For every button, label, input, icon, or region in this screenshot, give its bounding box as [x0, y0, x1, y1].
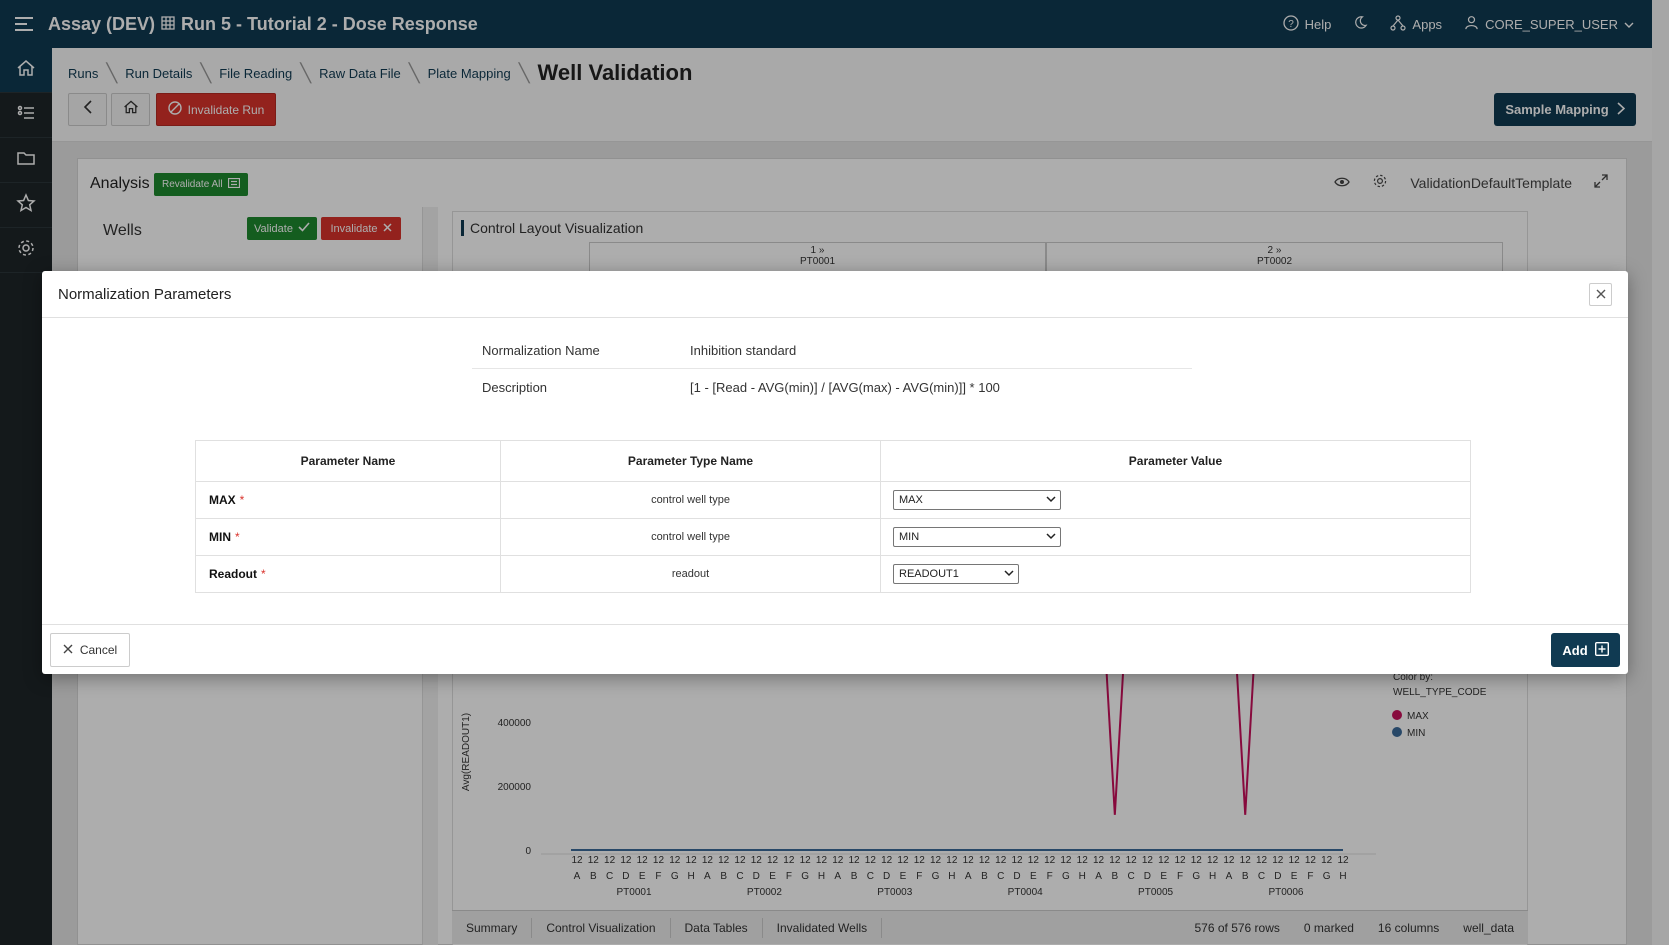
dialog-header: Normalization Parameters: [42, 271, 1628, 318]
description-label: Description: [482, 379, 548, 395]
chevron-down-icon: [1046, 494, 1056, 506]
table-row: MIN * control well type MIN: [195, 518, 1471, 556]
dialog-title: Normalization Parameters: [58, 286, 232, 303]
parameters-table: Parameter Name Parameter Type Name Param…: [195, 440, 1471, 593]
dialog-close-button[interactable]: [1589, 283, 1612, 306]
normalization-name-label: Normalization Name: [482, 343, 600, 358]
normalization-parameters-dialog: Normalization Parameters Normalization N…: [42, 271, 1628, 674]
parameter-name: MIN: [209, 530, 231, 544]
dialog-footer: Cancel Add: [42, 624, 1628, 674]
parameter-value-cell: READOUT1: [880, 555, 1471, 593]
table-row: Readout * readout READOUT1: [195, 555, 1471, 593]
max-value-select[interactable]: MAX: [893, 490, 1061, 510]
description-value: [1 - [Read - AVG(min)] / [AVG(max) - AVG…: [690, 379, 1000, 395]
close-icon: [63, 643, 73, 657]
info-row-name: Normalization Name Inhibition standard: [472, 333, 1192, 369]
plus-square-icon: [1594, 641, 1609, 659]
required-marker: *: [261, 567, 266, 581]
required-marker: *: [239, 493, 245, 507]
column-header-parameter-name: Parameter Name: [195, 440, 501, 482]
table-row: MAX * control well type MAX: [195, 481, 1471, 519]
parameter-value-cell: MIN: [880, 518, 1471, 556]
normalization-name-value: Inhibition standard: [690, 343, 797, 358]
column-header-parameter-type: Parameter Type Name: [500, 440, 881, 482]
parameter-type: control well type: [500, 481, 881, 519]
parameter-value-cell: MAX: [880, 481, 1471, 519]
parameter-type: readout: [500, 555, 881, 593]
min-value-select[interactable]: MIN: [893, 527, 1061, 547]
parameter-name-cell: Readout *: [195, 555, 501, 593]
close-icon: [1596, 286, 1606, 304]
parameter-name: Readout: [209, 567, 257, 581]
add-button[interactable]: Add: [1551, 633, 1620, 667]
required-marker: *: [235, 530, 240, 544]
column-header-parameter-value: Parameter Value: [880, 440, 1471, 482]
add-label: Add: [1562, 642, 1588, 658]
cancel-button[interactable]: Cancel: [50, 633, 130, 667]
chevron-down-icon: [1046, 531, 1056, 543]
info-row-description: Description [1 - [Read - AVG(min)] / [AV…: [472, 369, 1192, 405]
parameter-name-cell: MIN *: [195, 518, 501, 556]
parameter-type: control well type: [500, 518, 881, 556]
select-value: MAX: [899, 494, 923, 506]
normalization-info: Normalization Name Inhibition standard D…: [472, 333, 1192, 405]
parameter-name-cell: MAX *: [195, 481, 501, 519]
cancel-label: Cancel: [79, 643, 118, 657]
readout-value-select[interactable]: READOUT1: [893, 564, 1019, 584]
chevron-down-icon: [1004, 568, 1014, 580]
parameter-name: MAX: [209, 493, 236, 507]
select-value: MIN: [899, 531, 920, 543]
select-value: READOUT1: [899, 568, 959, 580]
